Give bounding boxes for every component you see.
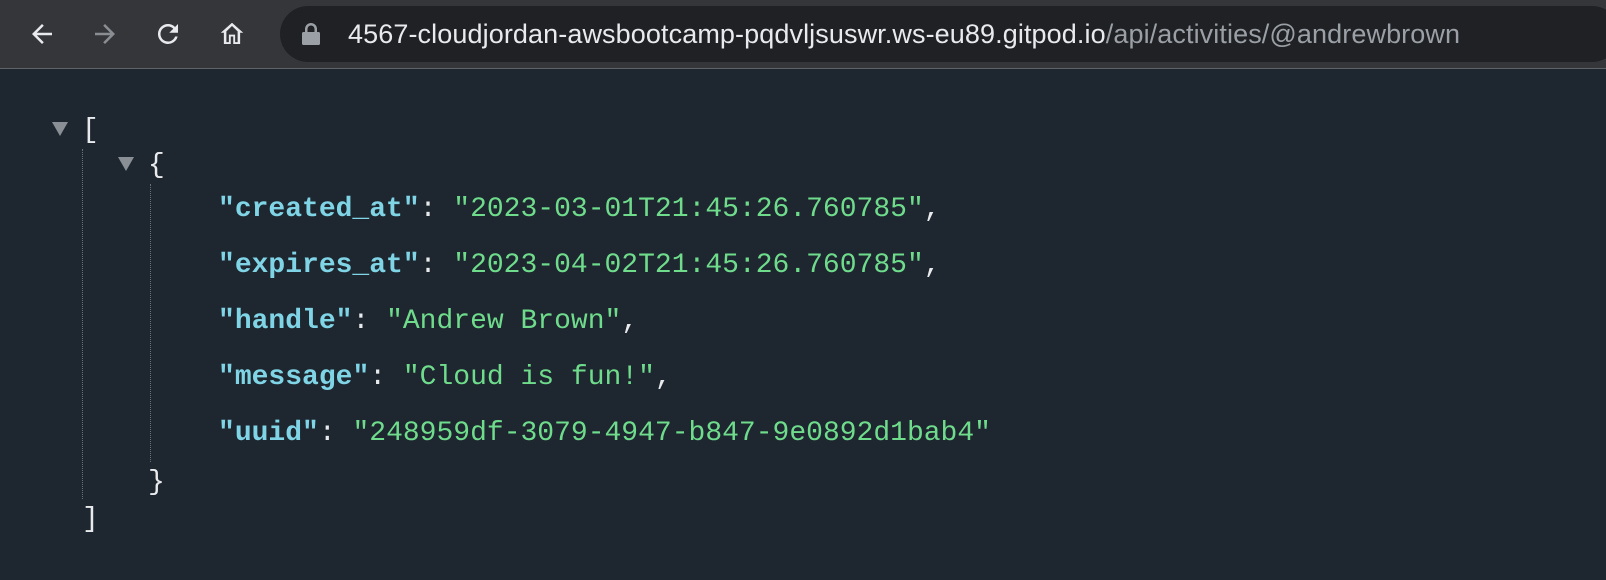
json-key-quote-close: " [402, 250, 420, 281]
json-key: expires_at [234, 250, 403, 281]
json-value: Cloud is fun! [419, 362, 639, 393]
json-colon: : [318, 418, 353, 449]
json-value-quote-open: " [386, 306, 403, 337]
json-value-quote-open: " [453, 194, 471, 225]
url-text[interactable]: 4567-cloudjordan-awsbootcamp-pqdvljsuswr… [348, 6, 1460, 62]
json-entry-row: "handle": "Andrew Brown", [218, 305, 638, 339]
reload-icon [157, 23, 178, 44]
json-entry-row: "expires_at": "2023-04-02T21:45:26.76078… [218, 249, 941, 283]
json-entry-row: "message": "Cloud is fun!", [218, 361, 672, 395]
json-value-quote-close: " [906, 250, 924, 281]
back-icon [32, 24, 52, 44]
json-key: handle [234, 306, 336, 337]
json-value: 2023-04-02T21:45:26.760785 [470, 250, 907, 281]
json-value: 248959df-3079-4947-b847-9e0892d1bab4 [369, 418, 975, 449]
json-colon: : [419, 194, 454, 225]
forward-icon [95, 24, 115, 44]
url-path: /api/activities/@andrewbrown [1105, 19, 1461, 49]
json-key-quote-close: " [335, 306, 353, 337]
forward-button[interactable] [85, 14, 125, 54]
home-icon [220, 22, 244, 44]
array-open-bracket: [ [82, 115, 99, 146]
json-value-quote-close: " [906, 194, 924, 225]
json-value-quote-close: " [638, 362, 655, 393]
object-indent-guide [150, 184, 151, 462]
object-open-brace: { [148, 150, 165, 181]
json-entry-row: "uuid": "248959df-3079-4947-b847-9e0892d… [218, 417, 991, 451]
json-key-quote-open: " [218, 418, 235, 449]
json-key-quote-close: " [402, 194, 420, 225]
json-value-quote-close: " [604, 306, 622, 337]
json-key: created_at [234, 194, 403, 225]
json-comma: , [923, 194, 941, 225]
browser-toolbar: 4567-cloudjordan-awsbootcamp-pqdvljsuswr… [0, 0, 1606, 69]
collapse-array-icon[interactable] [52, 122, 68, 136]
json-key-quote-open: " [218, 306, 235, 337]
json-value: 2023-03-01T21:45:26.760785 [470, 194, 907, 225]
json-key-quote-close: " [302, 418, 319, 449]
json-key: message [234, 362, 353, 393]
json-comma: , [621, 306, 639, 337]
json-value: Andrew Brown [402, 306, 605, 337]
reload-button[interactable] [148, 14, 188, 54]
json-comma: , [923, 250, 941, 281]
json-comma: , [654, 362, 672, 393]
json-colon: : [369, 362, 403, 393]
json-colon: : [352, 306, 387, 337]
json-key-quote-open: " [218, 362, 235, 393]
json-entry-row: "created_at": "2023-03-01T21:45:26.76078… [218, 193, 941, 227]
json-colon: : [419, 250, 454, 281]
json-key-quote-open: " [218, 250, 235, 281]
lock-icon[interactable] [302, 22, 320, 46]
json-value-quote-open: " [352, 418, 370, 449]
json-key-quote-close: " [352, 362, 370, 393]
address-bar[interactable]: 4567-cloudjordan-awsbootcamp-pqdvljsuswr… [280, 6, 1606, 62]
home-button[interactable] [212, 14, 252, 54]
array-close-bracket: ] [82, 504, 99, 535]
json-value-quote-open: " [453, 250, 471, 281]
json-value-quote-open: " [402, 362, 420, 393]
url-host: 4567-cloudjordan-awsbootcamp-pqdvljsuswr… [348, 19, 1106, 49]
array-indent-guide [82, 149, 83, 499]
back-button[interactable] [22, 14, 62, 54]
json-key-quote-open: " [218, 194, 235, 225]
json-value-quote-close: " [974, 418, 991, 449]
object-close-brace: } [148, 467, 165, 498]
json-key: uuid [234, 418, 303, 449]
json-viewer: [ { "created_at": "2023-03-01T21:45:26.7… [0, 69, 1606, 580]
collapse-object-icon[interactable] [118, 157, 134, 171]
